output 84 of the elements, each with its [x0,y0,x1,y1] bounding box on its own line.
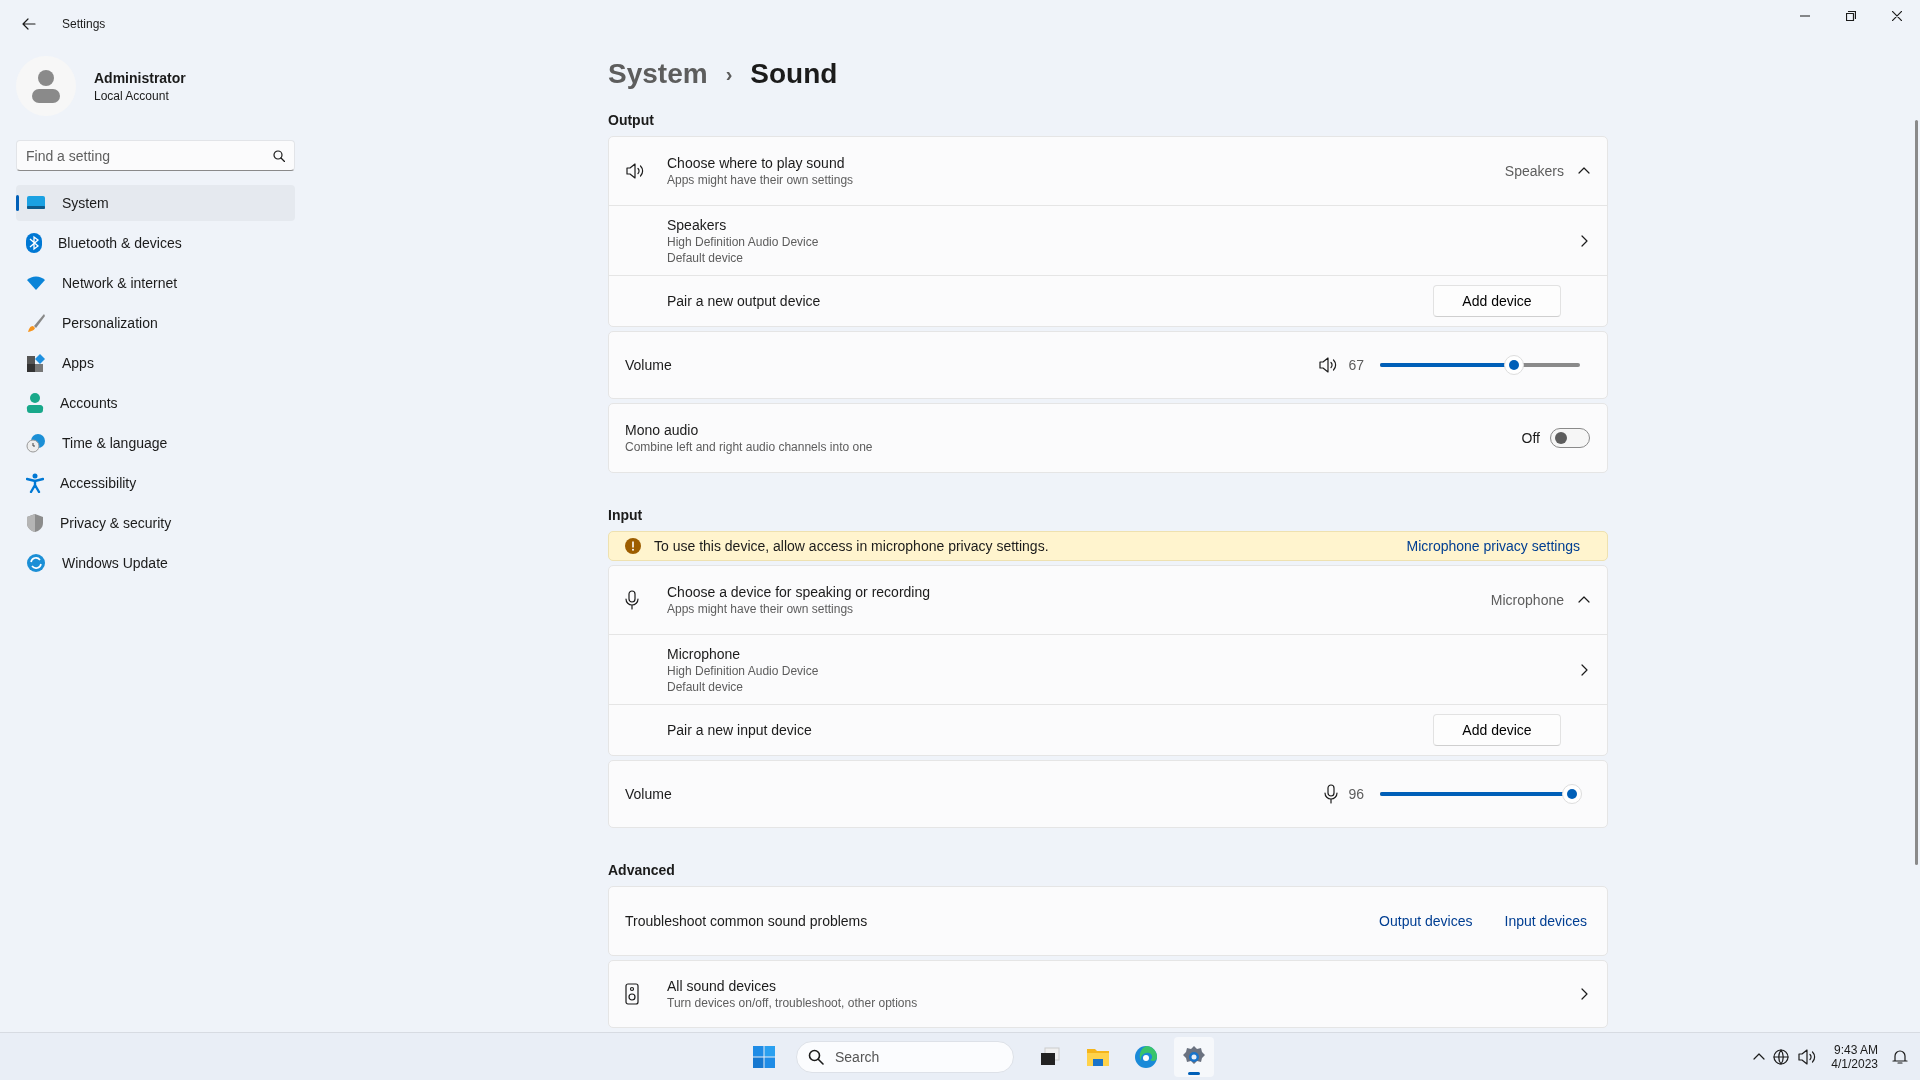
globe-clock-icon [26,433,46,453]
section-title: Output [608,112,655,128]
pair-device-label: Pair a new output device [667,293,822,309]
slider-thumb[interactable] [1562,784,1582,804]
setting-subtitle: Turn devices on/off, troubleshoot, other options [667,996,919,1010]
accessibility-icon [26,473,44,493]
restore-icon [1846,11,1856,21]
microphone-icon [1324,784,1339,804]
globe-icon[interactable] [1773,1049,1790,1065]
nav-item[interactable]: Accounts [16,385,295,421]
setting-title: Troubleshoot common sound problems [625,913,869,929]
volume-label: Volume [625,357,673,373]
wifi-icon [26,275,46,291]
brush-icon [26,313,46,333]
clock-time[interactable]: 9:43 AM [1833,1043,1878,1057]
notification-icon[interactable] [1892,1049,1908,1065]
account-type: Local Account [94,88,170,103]
window-title: Settings [62,17,106,31]
bluetooth-icon [26,233,42,253]
breadcrumb-parent[interactable]: System [608,58,708,90]
clock-date[interactable]: 4/1/2023 [1831,1057,1878,1071]
apps-icon [26,353,46,373]
setting-title: Mono audio [625,422,700,438]
nav-item[interactable]: Apps [16,345,295,381]
device-detail: High Definition Audio Device [667,663,820,678]
troubleshoot-link[interactable]: Output devices [1379,913,1473,929]
warning-icon [625,538,641,554]
browser-icon [1134,1045,1158,1069]
shield-icon [26,513,44,533]
warning-text: To use this device, allow access in microphone privacy settings. [654,538,1050,554]
setting-subtitle: Apps might have their own settings [667,602,855,616]
speaker-box-icon [625,983,639,1005]
monitor-icon [26,195,46,211]
setting-title: Choose a device for speaking or recording [667,584,932,600]
nav-item[interactable]: Network & internet [16,265,295,301]
breadcrumb-separator: › [725,62,733,86]
add-device-button[interactable]: Add device [1433,714,1561,746]
close-icon [1892,11,1902,21]
taskbar-search-field[interactable]: Search [796,1041,1014,1073]
device-name[interactable]: Microphone [667,645,1578,662]
device-detail: High Definition Audio Device [667,234,820,249]
nav-item[interactable]: Accessibility [16,465,295,501]
section-title: Input [608,507,644,523]
slider-thumb[interactable] [1504,355,1524,375]
selected-device-value: Speakers [1504,163,1564,179]
pair-device-label: Pair a new input device [667,722,813,738]
add-device-button[interactable]: Add device [1433,285,1561,317]
microphone-icon [625,590,639,610]
nav-item[interactable]: Time & language [16,425,295,461]
setting-subtitle: Apps might have their own settings [667,173,855,187]
user-name: Administrator [94,69,186,86]
speaker-icon [625,162,645,180]
setting-subtitle: Combine left and right audio channels into one [625,440,874,454]
privacy-settings-link[interactable]: Microphone privacy settings [1406,538,1580,554]
nav-item[interactable]: Windows Update [16,545,295,581]
section-title: Advanced [608,862,676,878]
nav-item[interactable]: Privacy & security [16,505,295,541]
nav-item[interactable]: Bluetooth & devices [16,225,295,261]
find-setting-field[interactable]: Find a setting [16,140,295,171]
windows-logo-icon [752,1045,776,1069]
device-name[interactable]: Speakers [667,216,1578,233]
volume-icon [1318,356,1339,374]
volume-icon [1797,1048,1818,1066]
toggle-switch[interactable] [1550,428,1590,448]
search-icon [808,1049,824,1065]
volume-reading: 96 [1348,786,1364,802]
search-icon [273,149,285,162]
volume-label: Volume [625,786,673,802]
update-icon [26,553,46,573]
scrollbar[interactable] [1915,120,1918,865]
device-detail: Default device [667,250,745,265]
volume-reading: 67 [1348,357,1364,373]
folder-icon [1086,1047,1110,1067]
page-title: Sound [750,58,838,90]
troubleshoot-link[interactable]: Input devices [1504,913,1587,929]
person-icon [26,393,44,413]
setting-title: Choose where to play sound [667,155,846,171]
selected-device-value: Microphone [1490,592,1564,608]
setting-title[interactable]: All sound devices [667,978,1578,994]
toggle-state-label: Off [1521,430,1540,446]
device-detail: Default device [667,679,745,694]
nav-item[interactable]: Personalization [16,305,295,341]
window-stack-icon [1039,1047,1061,1067]
nav-item[interactable]: System [16,185,295,221]
